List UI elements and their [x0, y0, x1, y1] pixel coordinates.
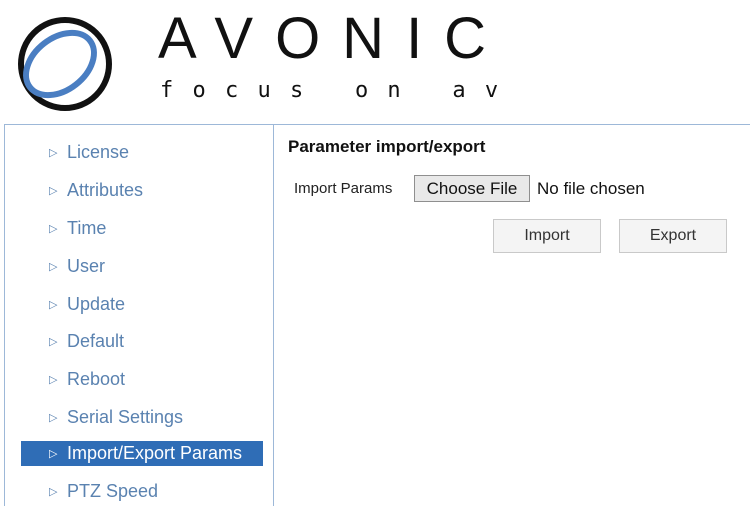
sidebar-item-label: PTZ Speed [67, 481, 159, 501]
sidebar-item-label: Update [67, 294, 126, 314]
sidebar-item-label: Reboot [67, 369, 126, 389]
triangle-right-icon: ▷ [49, 374, 58, 386]
choose-file-button[interactable]: Choose File [414, 175, 530, 202]
sidebar-item-label: Import/Export Params [67, 443, 243, 463]
triangle-right-icon: ▷ [49, 261, 58, 273]
sidebar-item-user[interactable]: ▷ User [21, 254, 263, 279]
triangle-right-icon: ▷ [49, 147, 58, 159]
sidebar-item-serial-settings[interactable]: ▷ Serial Settings [21, 405, 263, 430]
sidebar-item-license[interactable]: ▷ License [21, 140, 263, 165]
sidebar-item-import-export-params[interactable]: ▷ Import/Export Params [21, 441, 263, 466]
page-title: Parameter import/export [288, 137, 486, 156]
export-button[interactable]: Export [619, 219, 727, 253]
sidebar-item-time[interactable]: ▷ Time [21, 216, 263, 241]
sidebar-item-label: License [67, 142, 130, 162]
avonic-logo-icon [18, 17, 112, 111]
file-status-text: No file chosen [537, 179, 645, 198]
triangle-right-icon: ▷ [49, 185, 58, 197]
triangle-right-icon: ▷ [49, 412, 58, 424]
sidebar-item-label: Serial Settings [67, 407, 184, 427]
brand-name: AVONIC [158, 6, 509, 71]
header: AVONIC f o c u s o n a v [0, 0, 750, 120]
sidebar-item-label: Default [67, 331, 125, 351]
sidebar-item-attributes[interactable]: ▷ Attributes [21, 178, 263, 203]
triangle-right-icon: ▷ [49, 336, 58, 348]
triangle-right-icon: ▷ [49, 299, 58, 311]
sidebar-item-reboot[interactable]: ▷ Reboot [21, 367, 263, 392]
triangle-right-icon: ▷ [49, 486, 58, 498]
sidebar-item-label: Attributes [67, 180, 144, 200]
sidebar-item-default[interactable]: ▷ Default [21, 329, 263, 354]
triangle-right-icon: ▷ [49, 223, 58, 235]
sidebar-item-ptz-speed[interactable]: ▷ PTZ Speed [21, 479, 263, 504]
brand-tagline: f o c u s o n a v [160, 78, 502, 103]
triangle-right-icon: ▷ [49, 448, 58, 460]
sidebar-item-label: Time [67, 218, 107, 238]
import-params-label: Import Params [294, 180, 393, 197]
sidebar: ▷ License ▷ Attributes ▷ Time ▷ User ▷ U… [4, 124, 274, 506]
import-button[interactable]: Import [493, 219, 601, 253]
sidebar-item-update[interactable]: ▷ Update [21, 292, 263, 317]
sidebar-item-label: User [67, 256, 106, 276]
